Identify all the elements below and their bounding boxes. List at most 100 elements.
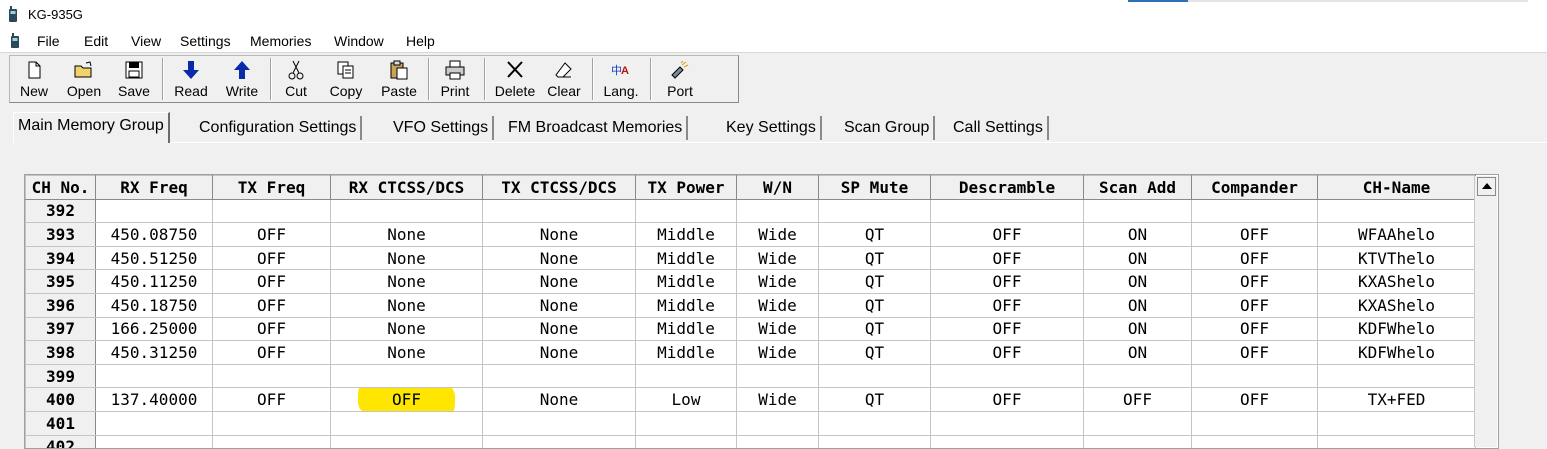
cell-tx-freq[interactable]: OFF <box>212 269 331 294</box>
cell-sp-mute[interactable]: QT <box>818 316 931 342</box>
cell-tx-ctcss-dcs[interactable]: None <box>482 269 636 294</box>
cell-tx-freq[interactable]: OFF <box>212 292 331 318</box>
cell-tx-ctcss-dcs[interactable]: None <box>482 222 636 247</box>
cell-ch-name[interactable]: TX+FED <box>1317 387 1476 412</box>
cell-rx-freq[interactable] <box>95 198 213 224</box>
paste-button[interactable]: Paste <box>376 58 422 100</box>
cell-rx-ctcss-dcs[interactable]: None <box>330 222 483 247</box>
cell-rx-ctcss-dcs[interactable] <box>330 363 483 389</box>
tab-fm-broadcast-memories[interactable]: FM Broadcast Memories <box>504 116 689 140</box>
cell-ch-no[interactable]: 393 <box>25 222 96 247</box>
cell-rx-freq[interactable]: 450.18750 <box>95 292 213 318</box>
cell-descramble[interactable]: OFF <box>930 269 1084 294</box>
column-header-tx-freq[interactable]: TX Freq <box>212 175 331 200</box>
cell-sp-mute[interactable] <box>818 363 931 389</box>
cell-ch-name[interactable]: KDFWhelo <box>1317 340 1476 365</box>
cell-ch-no[interactable]: 395 <box>25 269 96 294</box>
column-header-rx-ctcss-dcs[interactable]: RX CTCSS/DCS <box>330 175 483 200</box>
port-button[interactable]: Port <box>658 58 702 100</box>
cell-rx-freq[interactable]: 450.31250 <box>95 340 213 365</box>
cell-compander[interactable]: OFF <box>1191 387 1318 412</box>
cell-ch-no[interactable]: 399 <box>25 363 96 389</box>
column-header-ch-no[interactable]: CH No. <box>25 175 96 200</box>
table-row[interactable]: 394 450.51250 OFF None None Middle Wide QT OFF ON… <box>25 245 1476 271</box>
cell-rx-freq[interactable] <box>95 410 213 436</box>
cell-scan-add[interactable]: ON <box>1083 222 1192 247</box>
cell-descramble[interactable]: OFF <box>930 387 1084 412</box>
cell-tx-freq[interactable]: OFF <box>212 316 331 342</box>
tab-scan-group[interactable]: Scan Group <box>840 116 936 140</box>
menu-settings[interactable]: Settings <box>180 33 231 49</box>
cell-rx-ctcss-dcs[interactable]: None <box>330 269 483 294</box>
cell-rx-freq[interactable]: 450.51250 <box>95 245 213 271</box>
menu-memories[interactable]: Memories <box>250 33 311 49</box>
cell-rx-freq[interactable]: 137.40000 <box>95 387 213 412</box>
column-header-tx-power[interactable]: TX Power <box>635 175 737 200</box>
cell-tx-freq[interactable]: OFF <box>212 387 331 412</box>
menu-window[interactable]: Window <box>334 33 384 49</box>
language-button[interactable]: 中A Lang. <box>598 58 644 100</box>
cell-scan-add[interactable] <box>1083 410 1192 436</box>
cell-ch-name[interactable]: KTVThelo <box>1317 245 1476 271</box>
table-row[interactable]: 393 450.08750 OFF None None Middle Wide QT OFF ON… <box>25 222 1476 247</box>
menu-help[interactable]: Help <box>406 33 435 49</box>
cell-wide-narrow[interactable]: Wide <box>736 316 819 342</box>
cell-tx-ctcss-dcs[interactable] <box>482 198 636 224</box>
column-header-descramble[interactable]: Descramble <box>930 175 1084 200</box>
cell-wide-narrow[interactable]: Wide <box>736 245 819 271</box>
column-header-wide-narrow[interactable]: W/N <box>736 175 819 200</box>
cell-ch-name[interactable]: KXAShelo <box>1317 292 1476 318</box>
cell-tx-ctcss-dcs[interactable]: None <box>482 340 636 365</box>
cell-wide-narrow[interactable] <box>736 410 819 436</box>
table-row[interactable]: 399 <box>25 363 1476 389</box>
read-button[interactable]: Read <box>170 58 212 100</box>
cell-tx-power[interactable] <box>635 410 737 436</box>
new-button[interactable]: New <box>14 58 54 100</box>
cell-tx-ctcss-dcs[interactable]: None <box>482 245 636 271</box>
save-button[interactable]: Save <box>114 58 154 100</box>
cell-ch-name[interactable]: KXAShelo <box>1317 269 1476 294</box>
cell-compander[interactable]: OFF <box>1191 222 1318 247</box>
tab-key-settings[interactable]: Key Settings <box>722 116 822 140</box>
cell-sp-mute[interactable]: QT <box>818 269 931 294</box>
cell-wide-narrow[interactable]: Wide <box>736 292 819 318</box>
cell-tx-freq[interactable]: OFF <box>212 340 331 365</box>
cell-rx-ctcss-dcs[interactable]: None <box>330 316 483 342</box>
cell-sp-mute[interactable] <box>818 198 931 224</box>
cell-descramble[interactable]: OFF <box>930 340 1084 365</box>
cell-ch-no[interactable]: 400 <box>25 387 96 412</box>
table-row[interactable]: 392 <box>25 198 1476 224</box>
tab-main-memory-group[interactable]: Main Memory Group <box>13 112 170 143</box>
cell-scan-add[interactable] <box>1083 363 1192 389</box>
table-row[interactable]: 397 166.25000 OFF None None Middle Wide QT OFF ON… <box>25 316 1476 342</box>
cell-tx-freq[interactable] <box>212 410 331 436</box>
cell-compander[interactable] <box>1191 363 1318 389</box>
cell-rx-freq[interactable] <box>95 363 213 389</box>
cell-sp-mute[interactable]: QT <box>818 387 931 412</box>
column-header-tx-ctcss-dcs[interactable]: TX CTCSS/DCS <box>482 175 636 200</box>
cell-ch-name[interactable] <box>1317 363 1476 389</box>
cell-ch-name[interactable] <box>1317 198 1476 224</box>
cell-tx-power[interactable] <box>635 363 737 389</box>
cell-descramble[interactable]: OFF <box>930 292 1084 318</box>
cell-rx-ctcss-dcs[interactable]: None <box>330 340 483 365</box>
cell-compander[interactable]: OFF <box>1191 245 1318 271</box>
cut-button[interactable]: Cut <box>276 58 316 100</box>
cell-wide-narrow[interactable] <box>736 198 819 224</box>
column-header-ch-name[interactable]: CH-Name <box>1317 175 1476 200</box>
tab-configuration-settings[interactable]: Configuration Settings <box>195 116 363 140</box>
column-header-rx-freq[interactable]: RX Freq <box>95 175 213 200</box>
cell-rx-freq[interactable]: 450.08750 <box>95 222 213 247</box>
cell-ch-no[interactable]: 401 <box>25 410 96 436</box>
cell-descramble[interactable] <box>930 198 1084 224</box>
cell-scan-add[interactable]: ON <box>1083 316 1192 342</box>
cell-tx-ctcss-dcs[interactable]: None <box>482 316 636 342</box>
table-row[interactable]: 396 450.18750 OFF None None Middle Wide QT OFF ON… <box>25 292 1476 318</box>
table-row[interactable]: 398 450.31250 OFF None None Middle Wide QT OFF ON… <box>25 340 1476 365</box>
cell-scan-add[interactable]: ON <box>1083 269 1192 294</box>
column-header-sp-mute[interactable]: SP Mute <box>818 175 931 200</box>
cell-tx-power[interactable]: Middle <box>635 222 737 247</box>
cell-ch-name[interactable]: KDFWhelo <box>1317 316 1476 342</box>
cell-tx-ctcss-dcs[interactable]: None <box>482 292 636 318</box>
cell-descramble[interactable] <box>930 363 1084 389</box>
